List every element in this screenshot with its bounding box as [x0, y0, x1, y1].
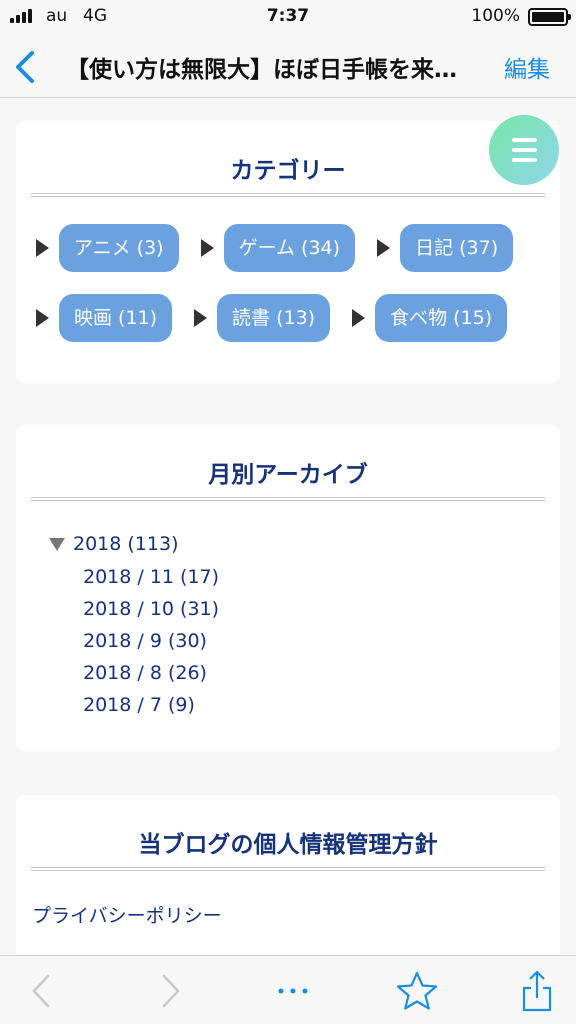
triangle-bullet-icon — [352, 309, 366, 327]
category-chip-diary[interactable]: 日記 (37) — [400, 224, 514, 272]
archive-card: 月別アーカイブ 2018 (113) 2018 / 11 (17) 2018 /… — [16, 425, 560, 751]
navigation-bar: 【使い方は無限大】ほぼ日手帳を来… 編集 — [0, 34, 576, 98]
category-row: アニメ (3) ゲーム (34) 日記 (37) — [36, 224, 527, 272]
privacy-heading: 当ブログの個人情報管理方針 — [138, 832, 438, 858]
category-card: カテゴリー アニメ (3) ゲーム (34) 日記 (37) 映画 (11) 読… — [16, 121, 560, 383]
page-title: 【使い方は無限大】ほぼ日手帳を来… — [66, 57, 457, 83]
privacy-card: 当ブログの個人情報管理方針 プライバシーポリシー — [16, 795, 560, 965]
divider — [31, 497, 545, 501]
category-chip-movie[interactable]: 映画 (11) — [59, 294, 173, 342]
triangle-bullet-icon — [200, 239, 214, 257]
browser-forward-button[interactable] — [144, 966, 194, 1016]
category-chip-game[interactable]: ゲーム (34) — [223, 224, 356, 272]
category-chip-reading[interactable]: 読書 (13) — [217, 294, 331, 342]
category-heading: カテゴリー — [230, 158, 346, 184]
archive-year-toggle[interactable]: 2018 (113) — [49, 533, 178, 555]
battery-percent: 100% — [471, 6, 520, 26]
bookmark-button[interactable] — [392, 966, 442, 1016]
category-row: 映画 (11) 読書 (13) 食べ物 (15) — [36, 294, 521, 342]
more-dots-icon — [278, 988, 308, 994]
battery-icon — [528, 8, 571, 26]
share-icon — [522, 970, 552, 1012]
browser-back-button[interactable] — [18, 966, 68, 1016]
divider — [31, 193, 545, 197]
back-button[interactable] — [8, 42, 44, 90]
bottom-toolbar — [0, 955, 576, 1024]
back-chevron-icon — [16, 51, 34, 83]
back-arrow-icon — [32, 974, 50, 1008]
category-chip-anime[interactable]: アニメ (3) — [59, 224, 179, 272]
forward-arrow-icon — [162, 974, 180, 1008]
menu-button[interactable] — [489, 115, 559, 185]
archive-month-link[interactable]: 2018 / 8 (26) — [83, 662, 207, 684]
share-button[interactable] — [512, 966, 562, 1016]
privacy-policy-link[interactable]: プライバシーポリシー — [32, 901, 222, 928]
triangle-bullet-icon — [194, 309, 208, 327]
archive-heading: 月別アーカイブ — [208, 462, 368, 488]
edit-button[interactable]: 編集 — [504, 50, 550, 84]
status-bar: au 4G 7:37 100% — [0, 0, 576, 34]
triangle-bullet-icon — [377, 239, 391, 257]
archive-month-link[interactable]: 2018 / 7 (9) — [83, 694, 195, 716]
archive-month-link[interactable]: 2018 / 10 (31) — [83, 598, 219, 620]
category-chip-food[interactable]: 食べ物 (15) — [375, 294, 508, 342]
more-button[interactable] — [268, 966, 318, 1016]
archive-year-label: 2018 (113) — [73, 533, 179, 555]
bookmark-star-icon — [396, 971, 438, 1010]
triangle-bullet-icon — [36, 309, 49, 327]
divider — [31, 867, 545, 871]
disclosure-triangle-icon — [49, 537, 65, 551]
archive-month-link[interactable]: 2018 / 11 (17) — [83, 566, 219, 588]
archive-month-link[interactable]: 2018 / 9 (30) — [83, 630, 207, 652]
triangle-bullet-icon — [36, 239, 49, 257]
